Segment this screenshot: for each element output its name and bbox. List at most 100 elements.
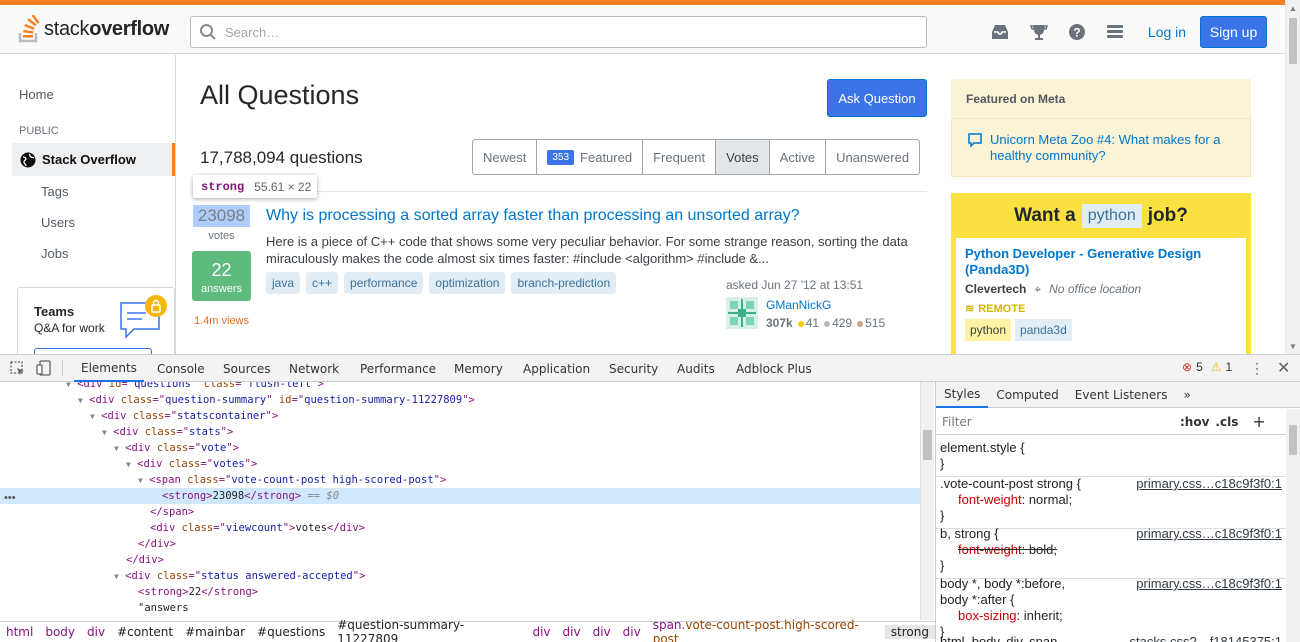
devtools-tab-application[interactable]: Application xyxy=(523,355,590,382)
rule-property[interactable]: font-weight: bold; xyxy=(940,542,1282,558)
styles-tab-styles[interactable]: Styles xyxy=(936,382,989,408)
dom-node-line[interactable]: </div> xyxy=(0,552,920,568)
devtools-tab-adblock-plus[interactable]: Adblock Plus xyxy=(736,355,812,382)
user-name-link[interactable]: GManNickG xyxy=(766,298,831,312)
tag-performance[interactable]: performance xyxy=(344,272,424,294)
job-tag-python[interactable]: python xyxy=(965,319,1012,341)
new-rule-icon[interactable]: + xyxy=(1252,412,1265,431)
dom-node-line[interactable]: ▼ <div id="questions" class="flush-left"… xyxy=(0,382,920,392)
devtools-tab-security[interactable]: Security xyxy=(609,355,658,382)
rule-property[interactable]: box-sizing: inherit; xyxy=(940,608,1282,624)
styles-tab-computed[interactable]: Computed xyxy=(988,382,1066,408)
style-rule[interactable]: b, strong {primary.css…c18c9f3f0:1 font-w… xyxy=(936,522,1286,579)
dom-node-line[interactable]: ▼ <div class="vote"> xyxy=(0,440,920,456)
breadcrumb-item[interactable]: div xyxy=(617,625,647,639)
scroll-down-arrow[interactable]: ▼ xyxy=(1289,342,1297,351)
site-switcher-icon[interactable] xyxy=(1104,21,1126,43)
breadcrumb-item[interactable]: div xyxy=(587,625,617,639)
nav-home[interactable]: Home xyxy=(19,87,54,102)
elements-scrollbar-thumb[interactable] xyxy=(923,430,932,460)
signup-button[interactable]: Sign up xyxy=(1200,16,1267,48)
tag-cpp[interactable]: c++ xyxy=(306,272,339,294)
nav-users[interactable]: Users xyxy=(41,215,75,230)
nav-tags[interactable]: Tags xyxy=(41,184,68,199)
dom-node-line[interactable]: ▼ <span class="vote-count-post high-scor… xyxy=(0,472,920,488)
search-box[interactable] xyxy=(190,16,927,48)
dom-node-line[interactable]: ▼ <div class="stats"> xyxy=(0,424,920,440)
question-title-link[interactable]: Why is processing a sorted array faster … xyxy=(266,207,800,225)
ask-question-button[interactable]: Ask Question xyxy=(827,79,927,117)
filter-tab-featured[interactable]: 353 Featured xyxy=(537,140,644,174)
dom-node-line[interactable]: <div class="viewcount">votes</div> xyxy=(0,520,920,536)
search-input[interactable] xyxy=(225,24,875,40)
filter-tab-newest[interactable]: Newest xyxy=(473,140,538,174)
tag-java[interactable]: java xyxy=(266,272,301,294)
logo[interactable]: stackoverflow xyxy=(18,14,169,44)
nav-stack-overflow[interactable]: Stack Overflow xyxy=(12,143,175,176)
breadcrumb-item[interactable]: html xyxy=(0,625,39,639)
devtools-close-icon[interactable]: ✕ xyxy=(1277,358,1290,378)
dom-node-line[interactable]: <strong>22</strong> xyxy=(0,584,920,600)
page-scrollbar-thumb[interactable] xyxy=(1289,18,1297,64)
rule-property[interactable]: font-weight: normal; xyxy=(940,492,1282,508)
featured-meta-item[interactable]: Unicorn Meta Zoo #4: What makes for a he… xyxy=(968,132,1230,164)
nav-jobs[interactable]: Jobs xyxy=(41,246,68,261)
filter-tab-frequent[interactable]: Frequent xyxy=(643,140,717,174)
devtools-tab-console[interactable]: Console xyxy=(157,355,205,382)
devtools-tab-network[interactable]: Network xyxy=(289,355,339,382)
devtools-tab-elements[interactable]: Elements xyxy=(74,355,144,382)
scroll-up-arrow[interactable]: ▲ xyxy=(1289,4,1297,13)
dom-node-line[interactable]: "answers xyxy=(0,600,920,616)
more-options-icon[interactable]: ••• xyxy=(4,492,16,504)
breadcrumb-item[interactable]: strong xyxy=(884,625,935,639)
help-icon[interactable]: ? xyxy=(1066,21,1088,43)
rule-source-link[interactable]: primary.css…c18c9f3f0:1 xyxy=(1136,526,1282,542)
devtools-menu-icon[interactable]: ⋮ xyxy=(1250,360,1264,377)
rule-source-link[interactable]: primary.css…c18c9f3f0:1 xyxy=(1136,576,1282,592)
devtools-tab-audits[interactable]: Audits xyxy=(677,355,715,382)
inbox-icon[interactable] xyxy=(989,21,1011,43)
dom-node-line[interactable]: ▼ <div class="question-summary" id="ques… xyxy=(0,392,920,408)
styles-tab-event-listeners[interactable]: Event Listeners xyxy=(1067,382,1176,408)
elements-scrollbar[interactable] xyxy=(920,382,934,620)
dom-node-line[interactable]: </span> xyxy=(0,504,920,520)
devtools-tab-performance[interactable]: Performance xyxy=(360,355,436,382)
job-title-link[interactable]: Python Developer - Generative Design (Pa… xyxy=(965,246,1235,278)
achievements-icon[interactable] xyxy=(1028,21,1050,43)
breadcrumb-item[interactable]: div xyxy=(526,625,556,639)
rule-source-link[interactable]: stacks.css?…f18145375:1 xyxy=(1130,634,1282,642)
user-avatar[interactable] xyxy=(726,297,758,329)
breadcrumb-item[interactable]: #mainbar xyxy=(179,625,251,639)
style-rule[interactable]: html, body, div, span, stacks.css?…f18145… xyxy=(936,630,1286,642)
rule-source-link[interactable]: primary.css…c18c9f3f0:1 xyxy=(1136,476,1282,492)
style-rule[interactable]: element.style {} xyxy=(936,436,1286,477)
dom-node-line[interactable]: </div> xyxy=(0,536,920,552)
devtools-tab-sources[interactable]: Sources xyxy=(223,355,270,382)
styles-filter-input[interactable] xyxy=(942,414,1172,429)
cls-toggle[interactable]: .cls xyxy=(1215,415,1238,429)
filter-tab-votes[interactable]: Votes xyxy=(716,140,770,174)
filter-tab-unanswered[interactable]: Unanswered xyxy=(826,140,919,174)
tag-branch-prediction[interactable]: branch-prediction xyxy=(511,272,617,294)
dom-node-line[interactable]: ▼ <div class="statscontainer"> xyxy=(0,408,920,424)
login-link[interactable]: Log in xyxy=(1140,17,1194,47)
hov-toggle[interactable]: :hov xyxy=(1180,415,1209,429)
breadcrumb-item[interactable]: span.vote-count-post.high-scored-post xyxy=(647,618,885,642)
tag-optimization[interactable]: optimization xyxy=(429,272,506,294)
device-toolbar-icon[interactable] xyxy=(36,360,52,379)
breadcrumb-item[interactable]: div xyxy=(81,625,111,639)
dom-node-line[interactable]: ▼ <div class="status answered-accepted"> xyxy=(0,568,920,584)
breadcrumb-item[interactable]: body xyxy=(39,625,81,639)
dom-node-line[interactable]: <strong>23098</strong> == $0 xyxy=(0,488,920,504)
dom-node-line[interactable]: ▼ <div class="votes"> xyxy=(0,456,920,472)
featured-meta-link[interactable]: Unicorn Meta Zoo #4: What makes for a he… xyxy=(990,132,1230,164)
breadcrumb-item[interactable]: #question-summary-11227809 xyxy=(331,618,526,642)
console-status[interactable]: ⊗ 5 ⚠ 1 xyxy=(1182,360,1232,374)
inspect-element-icon[interactable] xyxy=(10,361,26,380)
breadcrumb-item[interactable]: div xyxy=(557,625,587,639)
breadcrumb-item[interactable]: #content xyxy=(111,625,179,639)
filter-tab-active[interactable]: Active xyxy=(770,140,827,174)
breadcrumb-item[interactable]: #questions xyxy=(251,625,331,639)
more-tabs-icon[interactable]: » xyxy=(1175,382,1198,408)
styles-scrollbar-thumb[interactable] xyxy=(1289,425,1297,455)
